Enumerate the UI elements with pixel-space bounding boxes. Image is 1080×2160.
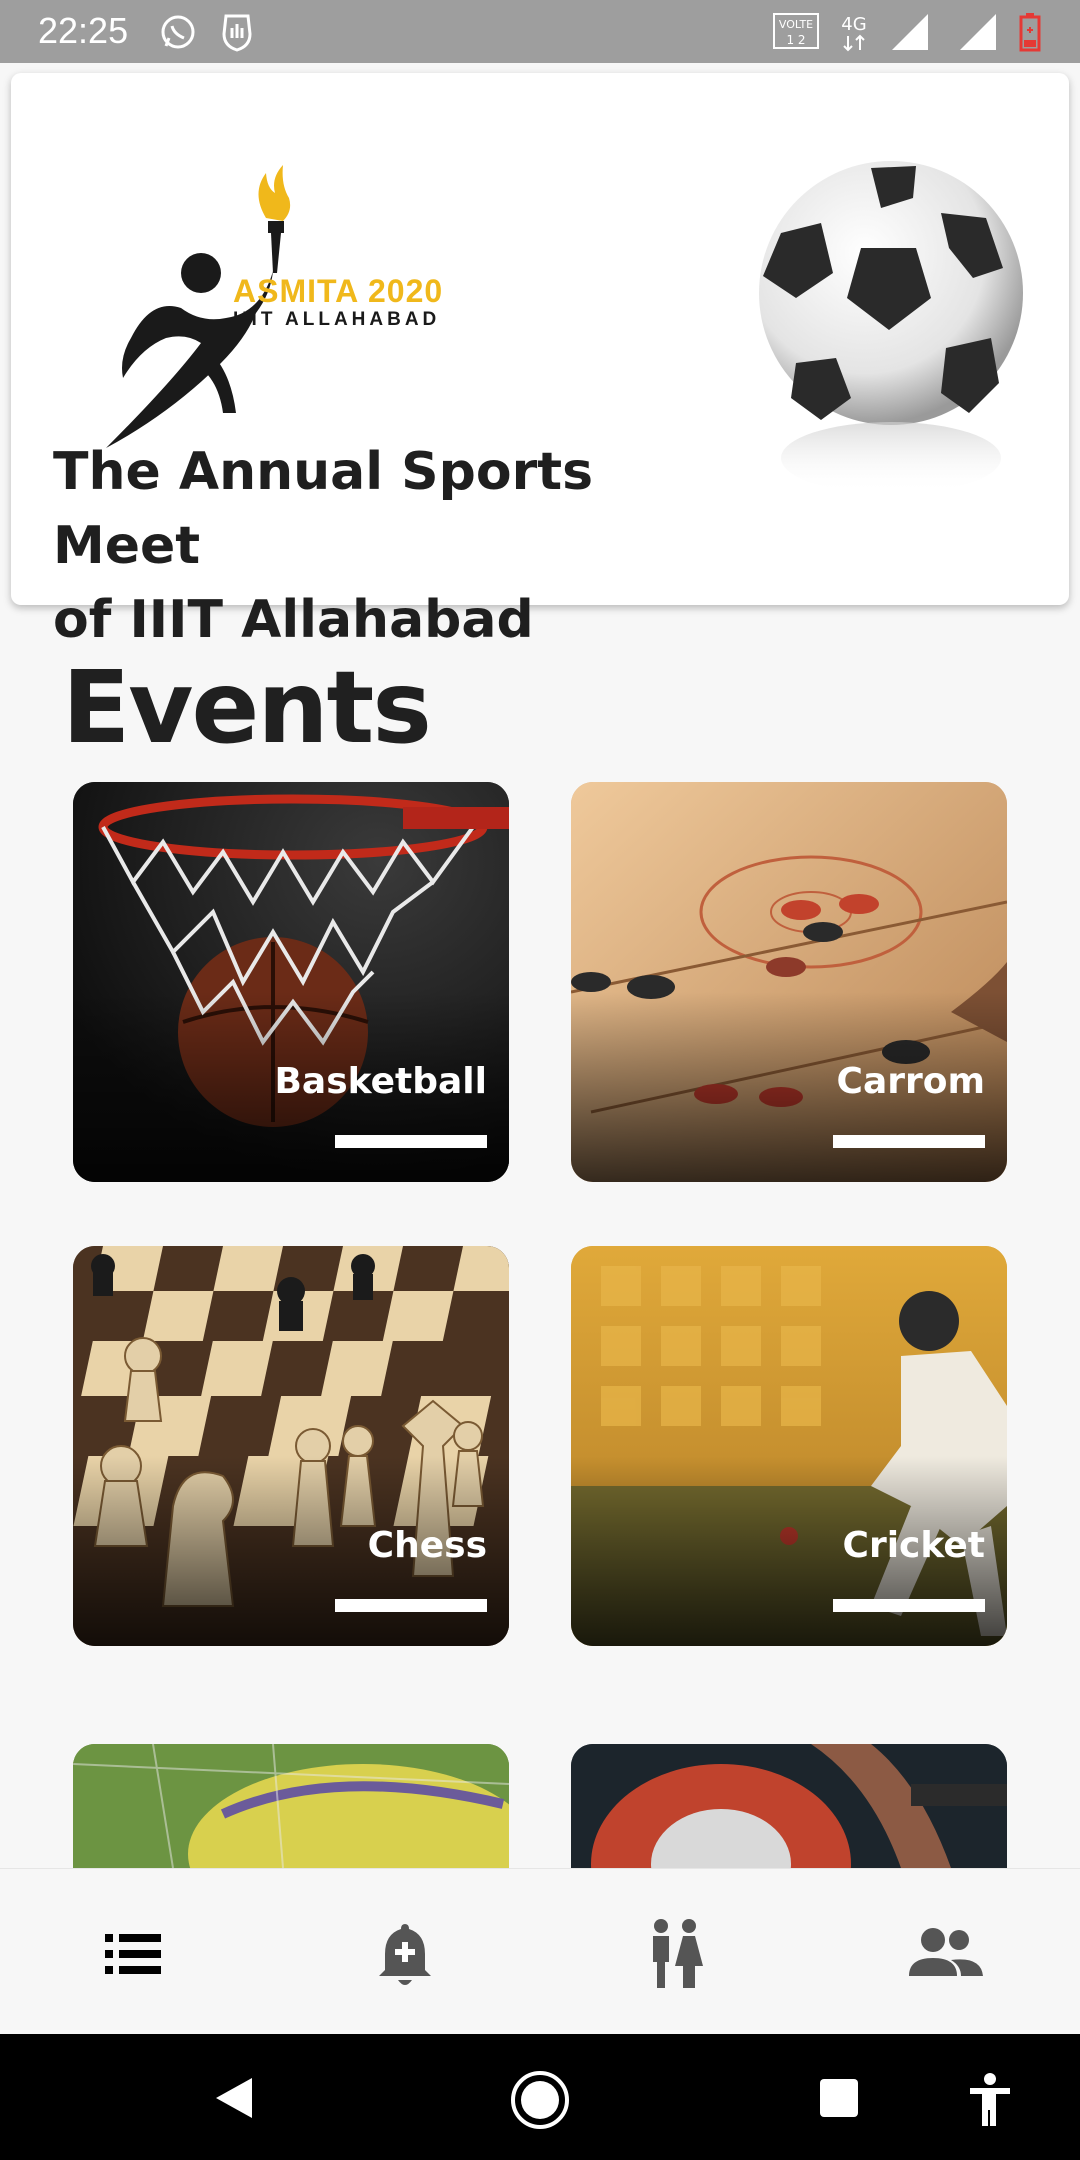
event-card-carrom[interactable]: Carrom [571, 782, 1007, 1182]
add-notification-icon[interactable] [365, 1914, 445, 1994]
header-card: ASMITA 2020 IIIT ALLAHABAD The Annual Sp… [11, 73, 1069, 650]
event-card-basketball[interactable]: Basketball [73, 782, 509, 1182]
network-4g-icon: 4G [841, 14, 867, 52]
status-time: 22:25 [38, 10, 129, 51]
svg-text:4G: 4G [841, 14, 866, 35]
tagline-line-2: of IIIT Allahabad [53, 590, 534, 650]
home-icon[interactable] [510, 2070, 570, 2130]
logo-subtitle: IIIT ALLAHABAD [233, 309, 441, 330]
tagline-line-1: The Annual Sports Meet [53, 442, 594, 576]
vpn-hand-icon [222, 14, 252, 52]
event-card-chess[interactable]: Chess [73, 1246, 509, 1646]
event-underline [833, 1599, 985, 1612]
svg-text:1 2: 1 2 [786, 33, 805, 47]
event-label: Chess [367, 1525, 487, 1566]
battery-low-icon [1019, 13, 1041, 52]
svg-text:VOLTE: VOLTE [779, 18, 813, 31]
event-underline [833, 1135, 985, 1148]
status-bar: 22:25 VOLTE 1 2 4G [0, 0, 1080, 63]
group-icon[interactable] [905, 1914, 985, 1994]
event-card-weightlifting[interactable] [571, 1744, 1007, 1868]
event-underline [335, 1599, 487, 1612]
signal-icon [892, 14, 928, 50]
recents-icon[interactable] [818, 2077, 860, 2119]
event-card-football[interactable] [73, 1744, 509, 1868]
event-label: Carrom [836, 1061, 985, 1102]
events-title: Events [62, 649, 432, 766]
bottom-navigation [0, 1868, 1080, 2035]
back-icon[interactable] [212, 2074, 256, 2122]
signal-icon [960, 14, 996, 50]
event-label: Basketball [274, 1061, 487, 1102]
football-image [759, 161, 1023, 494]
volte-icon: VOLTE 1 2 [773, 13, 819, 49]
event-card-cricket[interactable]: Cricket [571, 1246, 1007, 1646]
logo-title: ASMITA 2020 [233, 273, 444, 309]
whatsapp-icon [161, 15, 195, 49]
football-event-image [73, 1744, 509, 1868]
tagline: The Annual Sports Meet of IIIT Allahabad [53, 435, 733, 657]
event-label: Cricket [842, 1525, 985, 1566]
couple-icon[interactable] [635, 1914, 715, 1994]
weightlifting-image [571, 1744, 1007, 1868]
list-icon[interactable] [95, 1914, 175, 1994]
event-underline [335, 1135, 487, 1148]
accessibility-icon[interactable] [968, 2072, 1012, 2128]
system-navigation-bar [0, 2034, 1080, 2160]
